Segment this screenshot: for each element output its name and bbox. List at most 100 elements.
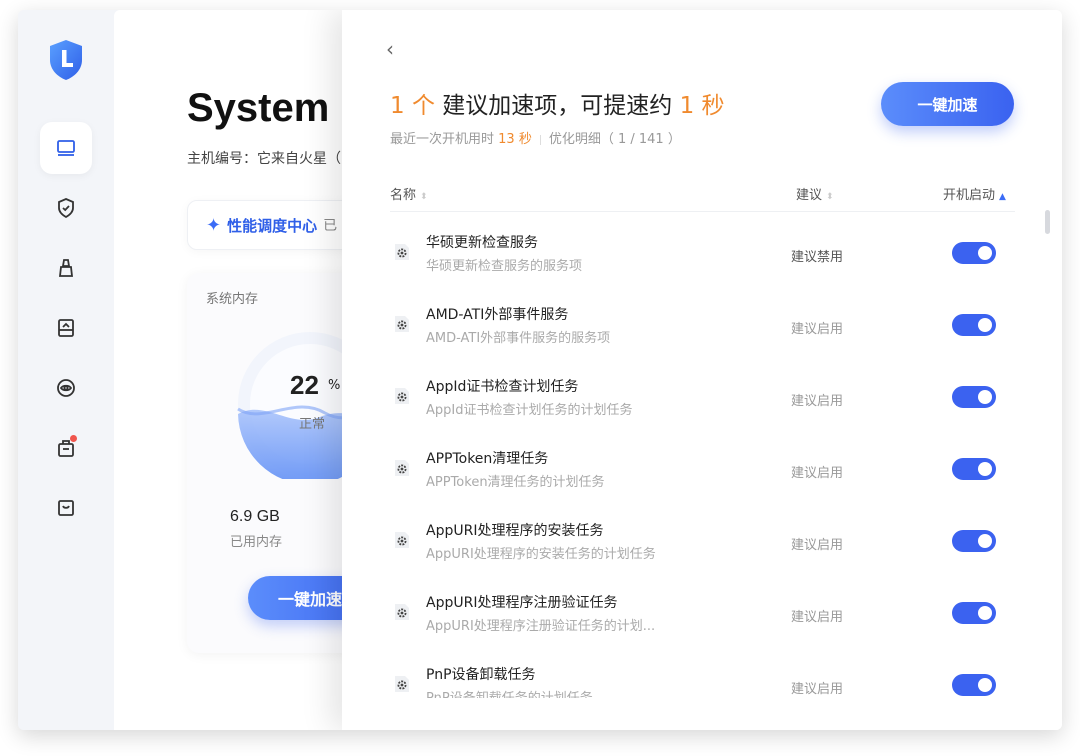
boot-time-value: 13 秒 (498, 132, 532, 147)
item-name: APPToken清理任务 (426, 451, 549, 467)
sidebar-item-protection[interactable] (40, 182, 92, 234)
memory-percent: 22 (290, 370, 319, 400)
sort-icon: ⬍ (420, 192, 428, 202)
column-startup-header[interactable]: 开机启动 ▲ (943, 184, 1006, 203)
sparkle-icon: ✦ (206, 214, 222, 236)
toggle-knob (978, 246, 992, 260)
table-row: AppURI处理程序注册验证任务 AppURI处理程序注册验证任务的计划... … (390, 574, 1015, 646)
column-name-header[interactable]: 名称 ⬍ (390, 184, 428, 203)
memory-status: 正常 (299, 417, 326, 432)
item-description: AMD-ATI外部事件服务的服务项 (426, 331, 611, 346)
speedup-seconds: 1 秒 (679, 93, 725, 119)
item-description: 华硕更新检查服务的服务项 (426, 259, 583, 274)
column-startup-label: 开机启动 (943, 188, 996, 203)
gear-icon (395, 604, 409, 620)
column-recommend-label: 建议 (796, 188, 823, 203)
column-name-label: 名称 (390, 188, 417, 203)
boot-time-prefix: 最近一次开机用时 (390, 132, 499, 147)
gear-icon (395, 316, 409, 332)
toggle-knob (978, 606, 992, 620)
divider (539, 134, 541, 145)
item-description: AppId证书检查计划任务的计划任务 (426, 403, 633, 418)
panel-subline: 最近一次开机用时 13 秒 优化明细（ 1 / 141 ） (390, 128, 681, 147)
memory-used-label: 已用内存 (230, 535, 283, 550)
item-recommendation: 建议禁用 (791, 250, 844, 265)
item-recommendation: 建议启用 (791, 610, 844, 625)
sidebar-item-monitor[interactable] (40, 122, 92, 174)
headline-text: 建议加速项，可提速约 (434, 93, 680, 119)
eye-privacy-icon (57, 379, 75, 397)
toggle-knob (978, 318, 992, 332)
item-recommendation: 建议启用 (791, 322, 844, 337)
column-recommend-header[interactable]: 建议 ⬍ (796, 184, 834, 203)
item-recommendation: 建议启用 (791, 682, 844, 697)
gear-icon (395, 460, 409, 476)
gear-icon (395, 388, 409, 404)
item-description: APPToken清理任务的计划任务 (426, 475, 605, 490)
item-recommendation: 建议启用 (791, 466, 844, 481)
table-row: 华硕更新检查服务 华硕更新检查服务的服务项 建议禁用 (390, 214, 1015, 286)
item-name: AppId证书检查计划任务 (426, 379, 579, 395)
gear-icon (395, 676, 409, 692)
sidebar-item-inbox[interactable] (40, 482, 92, 534)
memory-label: 系统内存 (206, 292, 259, 307)
toggle-knob (978, 390, 992, 404)
table-row: PnP设备卸载任务 PnP设备卸载任务的计划任务 建议启用 (390, 646, 1015, 698)
sort-icon: ⬍ (826, 192, 834, 202)
panel-headline: 1 个 建议加速项，可提速约 1 秒 (390, 86, 725, 120)
item-description: PnP设备卸载任务的计划任务 (426, 687, 696, 698)
gear-icon (395, 244, 409, 260)
item-name: PnP设备卸载任务 (426, 667, 536, 683)
inbox-icon (58, 500, 74, 516)
back-icon[interactable]: ‹ (386, 38, 406, 60)
optimize-detail[interactable]: 优化明细（ 1 / 141 ） (549, 132, 681, 147)
memory-used-value: 6.9 GB (230, 508, 280, 525)
sidebar (18, 10, 114, 730)
broom-icon (58, 259, 74, 277)
performance-center-label: 性能调度中心 (227, 216, 318, 235)
toggle-knob (978, 678, 992, 692)
table-row: AMD-ATI外部事件服务 AMD-ATI外部事件服务的服务项 建议启用 (390, 286, 1015, 358)
startup-toggle[interactable] (952, 242, 996, 264)
table-row: AppId证书检查计划任务 AppId证书检查计划任务的计划任务 建议启用 (390, 358, 1015, 430)
item-description: AppURI处理程序的安装任务的计划任务 (426, 547, 656, 562)
startup-toggle[interactable] (952, 458, 996, 480)
startup-boost-panel: ‹ 1 个 建议加速项，可提速约 1 秒 最近一次开机用时 13 秒 优化明细（ … (342, 10, 1062, 730)
sidebar-item-clean[interactable] (40, 242, 92, 294)
sort-asc-icon: ▲ (999, 192, 1006, 202)
performance-center-extra: 已 (323, 218, 338, 234)
item-recommendation: 建议启用 (791, 538, 844, 553)
app-logo-icon (46, 38, 86, 82)
item-name: AppURI处理程序的安装任务 (426, 523, 604, 539)
scrollbar-thumb[interactable] (1045, 210, 1050, 234)
table-row: APPToken清理任务 APPToken清理任务的计划任务 建议启用 (390, 430, 1015, 502)
startup-toggle[interactable] (952, 674, 996, 696)
memory-percent-unit: % (328, 378, 341, 393)
page-title: System (187, 86, 330, 130)
sidebar-item-privacy[interactable] (40, 362, 92, 414)
notification-dot (70, 435, 77, 442)
startup-toggle[interactable] (952, 386, 996, 408)
drive-icon (58, 319, 74, 337)
host-id-text: 主机编号：它来自火星（ (187, 151, 341, 167)
suggestion-count: 1 个 (390, 93, 435, 119)
table-header: 名称 ⬍ 建议 ⬍ 开机启动 ▲ (390, 180, 1015, 212)
item-name: AppURI处理程序注册验证任务 (426, 595, 618, 611)
app-window: System 主机编号：它来自火星（ ✦ 性能调度中心 已 系统内存 22 % … (18, 10, 1062, 730)
toggle-knob (978, 462, 992, 476)
table-row: AppURI处理程序的安装任务 AppURI处理程序的安装任务的计划任务 建议启… (390, 502, 1015, 574)
item-name: AMD-ATI外部事件服务 (426, 307, 569, 323)
startup-toggle[interactable] (952, 314, 996, 336)
one-click-boost-button[interactable]: 一键加速 (881, 82, 1014, 126)
shield-check-icon (58, 198, 74, 219)
startup-toggle[interactable] (952, 602, 996, 624)
sidebar-item-drive[interactable] (40, 302, 92, 354)
item-recommendation: 建议启用 (791, 394, 844, 409)
monitor-icon (57, 140, 75, 156)
startup-items-list: 华硕更新检查服务 华硕更新检查服务的服务项 建议禁用 AMD-ATI外部事件服务… (390, 214, 1015, 698)
sidebar-item-toolbox[interactable] (40, 422, 92, 474)
item-description: AppURI处理程序注册验证任务的计划... (426, 619, 656, 634)
gear-icon (395, 532, 409, 548)
startup-toggle[interactable] (952, 530, 996, 552)
toggle-knob (978, 534, 992, 548)
